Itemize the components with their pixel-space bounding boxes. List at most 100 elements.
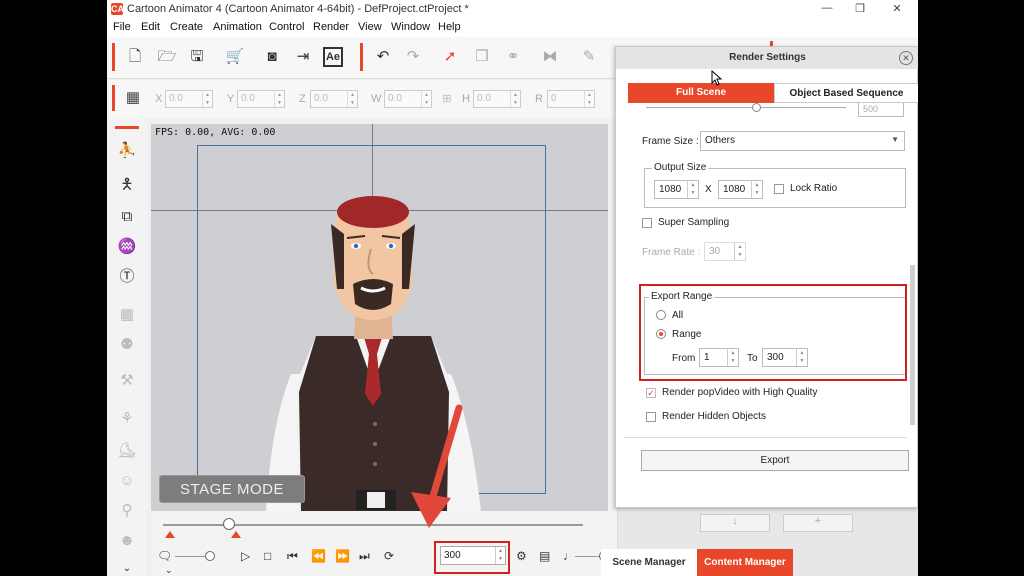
copy-icon[interactable]: ❐ (472, 47, 492, 67)
store-cart-icon[interactable]: 🛒 (225, 47, 245, 67)
r-field[interactable]: 0 ▲ ▼ (547, 90, 595, 108)
z-spinner[interactable]: ▲ ▼ (347, 91, 357, 107)
character-edit-icon[interactable]: 🯅 (115, 174, 139, 196)
flip-icon[interactable]: ⧓ (540, 47, 560, 67)
lock-ratio-checkbox[interactable] (774, 184, 784, 194)
menu-edit[interactable]: Edit (141, 21, 160, 33)
range-end-marker[interactable] (231, 531, 241, 538)
play-icon[interactable]: ▷ (241, 549, 250, 563)
down-arrow-button[interactable]: ↓ (700, 514, 770, 532)
text-bubble-icon[interactable]: Ⓣ (115, 266, 139, 288)
select-arrow-icon[interactable]: ➚ (440, 47, 460, 67)
height-spinner[interactable]: ▲ ▼ (751, 181, 762, 198)
stop-icon[interactable]: □ (264, 549, 271, 563)
z-field[interactable]: 0.0 ▲ ▼ (310, 90, 358, 108)
music-note-icon[interactable]: ♩ (563, 549, 575, 563)
new-file-icon[interactable]: 🗋 (125, 47, 145, 67)
volume-track[interactable] (175, 556, 207, 557)
timeline-playhead[interactable] (223, 518, 235, 530)
first-frame-icon[interactable]: ⏮ (287, 549, 298, 564)
tab-scene-manager[interactable]: Scene Manager (601, 549, 697, 576)
next-frame-icon[interactable]: ⏩ (335, 549, 350, 563)
menu-window[interactable]: Window (391, 21, 430, 33)
walk-icon[interactable]: ⛸ (115, 440, 139, 462)
quality-slider-track[interactable] (646, 107, 846, 108)
tab-object-based-sequence[interactable]: Object Based Sequence (774, 83, 918, 103)
preview-icon[interactable]: ◙ (262, 47, 282, 67)
add-button[interactable]: + (783, 514, 853, 532)
dialog-close-icon[interactable]: ✕ (899, 51, 913, 65)
layout-icon[interactable]: ▦ (115, 304, 139, 326)
save-icon[interactable]: 🖫 (187, 47, 207, 67)
audio-icon[interactable]: ♒ (115, 236, 139, 258)
h-value: 0.0 (477, 93, 491, 104)
x-spinner[interactable]: ▲ ▼ (202, 91, 212, 107)
settings-gear-icon[interactable]: ⚙ (516, 549, 527, 563)
width-field[interactable]: 1080 ▲ ▼ (654, 180, 699, 199)
pose-icon[interactable]: ⚲ (115, 500, 139, 522)
puppet-icon[interactable]: ⚘ (115, 408, 139, 430)
frame-rate-field[interactable]: 30 ▲ ▼ (704, 242, 746, 261)
open-folder-icon[interactable]: 🗁 (157, 47, 177, 67)
link-icon[interactable]: ⚭ (503, 47, 523, 67)
quality-field[interactable]: 500 (858, 103, 904, 117)
height-field[interactable]: 1080 ▲ ▼ (718, 180, 763, 199)
r-value: 0 (551, 93, 557, 104)
undo-icon[interactable]: ↶ (373, 47, 393, 67)
face-icon[interactable]: ☺ (115, 470, 139, 492)
y-field[interactable]: 0.0 ▲ ▼ (237, 90, 285, 108)
h-field[interactable]: 0.0 ▲ ▼ (473, 90, 521, 108)
head-icon[interactable]: ☻ (115, 530, 139, 552)
quality-slider-knob[interactable] (752, 103, 761, 112)
menu-render[interactable]: Render (313, 21, 349, 33)
stage-viewport[interactable]: FPS: 0.00, AVG: 0.00 STAGE MODE (151, 124, 608, 511)
menu-control[interactable]: Control (269, 21, 304, 33)
r-spinner[interactable]: ▲ ▼ (584, 91, 594, 107)
character-illustration[interactable] (151, 124, 608, 511)
super-sampling-checkbox[interactable] (642, 218, 652, 228)
volume-knob[interactable] (205, 551, 215, 561)
y-spinner[interactable]: ▲ ▼ (274, 91, 284, 107)
after-effects-icon[interactable]: Ae (323, 47, 343, 67)
dialog-scrollbar[interactable] (910, 265, 915, 425)
w-field[interactable]: 0.0 ▲ ▼ (384, 90, 432, 108)
close-window-button[interactable]: ✕ (889, 2, 905, 15)
export-button[interactable]: Export (641, 450, 909, 471)
expand-icon[interactable]: ⌄ (165, 565, 173, 576)
menu-file[interactable]: File (113, 21, 131, 33)
maximize-button[interactable]: ❐ (852, 2, 868, 15)
frame-rate-value: 30 (709, 246, 721, 257)
minimize-button[interactable]: — (819, 2, 835, 14)
last-frame-icon[interactable]: ⏭ (359, 549, 370, 564)
export-icon[interactable]: ⇥ (293, 47, 313, 67)
comment-icon[interactable]: 🗨 (157, 549, 172, 563)
width-spinner[interactable]: ▲ ▼ (687, 181, 698, 198)
prev-frame-icon[interactable]: ⏪ (311, 549, 326, 563)
loop-icon[interactable]: ⟳ (384, 549, 394, 563)
scene-icon[interactable]: ⧉ (115, 206, 139, 228)
pen-icon[interactable]: ✎ (579, 47, 599, 67)
motion-icon[interactable]: ⚉ (115, 334, 139, 356)
menu-create[interactable]: Create (170, 21, 203, 33)
frame-rate-spinner[interactable]: ▲ ▼ (734, 243, 745, 260)
menu-view[interactable]: View (358, 21, 382, 33)
actor-icon[interactable]: ⛹ (115, 140, 139, 162)
timeline-icon[interactable]: ▤ (539, 549, 550, 563)
tab-full-scene[interactable]: Full Scene (628, 83, 774, 103)
link-ratio-icon[interactable]: ⊞ (437, 89, 457, 109)
bone-icon[interactable]: ⚒ (115, 370, 139, 392)
collapse-icon[interactable]: ⌄ (115, 558, 139, 576)
grid-icon[interactable]: ▦ (123, 88, 143, 108)
menu-animation[interactable]: Animation (213, 21, 262, 33)
popvideo-checkbox[interactable]: ✓ (646, 388, 656, 398)
x-field[interactable]: 0.0 ▲ ▼ (165, 90, 213, 108)
frame-size-select[interactable]: Others ▼ (700, 131, 905, 151)
range-start-marker[interactable] (165, 531, 175, 538)
h-spinner[interactable]: ▲ ▼ (510, 91, 520, 107)
stage-mode-button[interactable]: STAGE MODE (159, 475, 305, 503)
menu-help[interactable]: Help (438, 21, 461, 33)
hidden-objects-checkbox[interactable] (646, 412, 656, 422)
tab-content-manager[interactable]: Content Manager (697, 549, 793, 576)
w-spinner[interactable]: ▲ ▼ (421, 91, 431, 107)
redo-icon[interactable]: ↷ (403, 47, 423, 67)
